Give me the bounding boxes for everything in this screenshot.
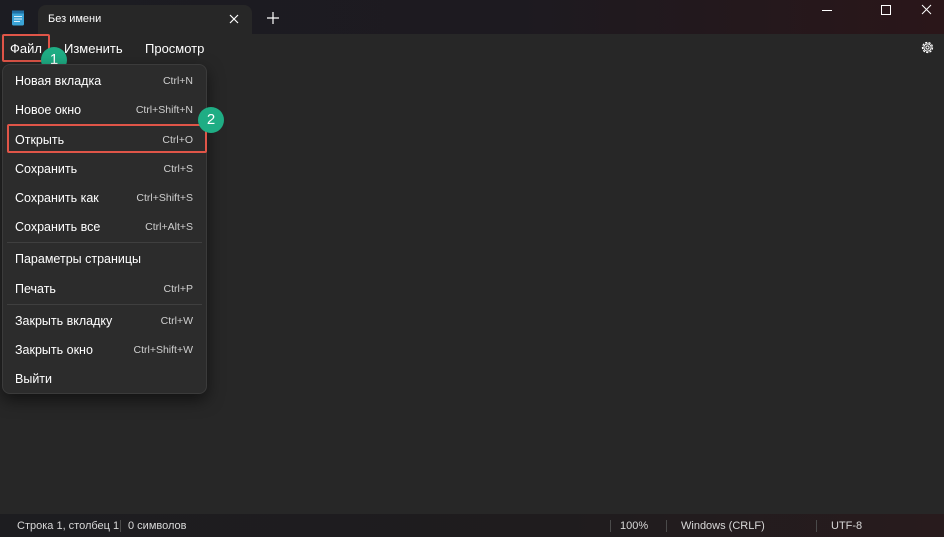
status-separator [120,520,121,532]
menu-item-print[interactable]: Печать Ctrl+P [3,275,206,303]
status-separator [666,520,667,532]
menu-separator [7,242,202,243]
window-close-icon[interactable] [912,1,942,19]
notepad-icon [12,10,24,26]
maximize-icon[interactable] [871,1,901,19]
menu-item-label: Параметры страницы [15,252,142,266]
menu-item-save-all[interactable]: Сохранить все Ctrl+Alt+S [3,213,206,241]
zoom-level[interactable]: 100% [620,520,648,532]
menu-item-label: Сохранить все [15,220,101,234]
menu-item-new-window[interactable]: Новое окно Ctrl+Shift+N [3,96,206,124]
menu-item-shortcut: Ctrl+S [163,163,193,175]
menu-item-label: Печать [15,282,56,296]
close-icon[interactable] [226,11,242,27]
menu-item-label: Новая вкладка [15,74,102,88]
menu-item-close-tab[interactable]: Закрыть вкладку Ctrl+W [3,307,206,335]
title-bar: Без имени [0,0,944,34]
file-dropdown-menu: Новая вкладка Ctrl+N Новое окно Ctrl+Shi… [2,64,207,394]
menu-item-shortcut: Ctrl+P [163,283,193,295]
menu-item-label: Сохранить как [15,191,99,205]
menu-item-shortcut: Ctrl+Shift+N [135,104,193,116]
gear-icon[interactable] [919,39,936,56]
menu-item-label: Закрыть окно [15,343,93,357]
menu-item-shortcut: Ctrl+Shift+W [133,344,193,356]
menu-item-close-window[interactable]: Закрыть окно Ctrl+Shift+W [3,336,206,364]
plus-icon[interactable] [265,10,281,26]
status-separator [610,520,611,532]
cursor-position: Строка 1, столбец 1 [17,520,120,532]
minimize-icon[interactable] [812,1,842,19]
menu-item-shortcut: Ctrl+N [162,75,193,87]
menu-item-exit[interactable]: Выйти [3,365,206,393]
menu-view[interactable]: Просмотр [145,41,204,56]
menu-item-label: Новое окно [15,103,82,117]
line-endings[interactable]: Windows (CRLF) [681,520,765,532]
menu-item-shortcut: Ctrl+W [160,315,193,327]
open-item-highlight [7,124,207,153]
menu-item-shortcut: Ctrl+Shift+S [136,192,193,204]
menu-item-shortcut: Ctrl+Alt+S [145,221,193,233]
menu-item-save-as[interactable]: Сохранить как Ctrl+Shift+S [3,184,206,212]
menu-bar: Файл Изменить Просмотр [0,34,944,63]
menu-item-page-setup[interactable]: Параметры страницы [3,245,206,273]
menu-edit[interactable]: Изменить [64,41,123,56]
step-badge-2: 2 [198,107,224,133]
encoding[interactable]: UTF-8 [831,520,862,532]
menu-item-label: Закрыть вкладку [15,314,113,328]
menu-item-new-tab[interactable]: Новая вкладка Ctrl+N [3,67,206,95]
status-separator [816,520,817,532]
status-bar: Строка 1, столбец 1 0 символов 100% Wind… [0,514,944,537]
menu-item-save[interactable]: Сохранить Ctrl+S [3,155,206,183]
char-count: 0 символов [128,520,187,532]
menu-item-label: Выйти [15,372,53,386]
tab-title: Без имени [48,13,102,25]
menu-item-label: Сохранить [15,162,78,176]
menu-separator [7,304,202,305]
tab-untitled[interactable]: Без имени [38,5,252,34]
